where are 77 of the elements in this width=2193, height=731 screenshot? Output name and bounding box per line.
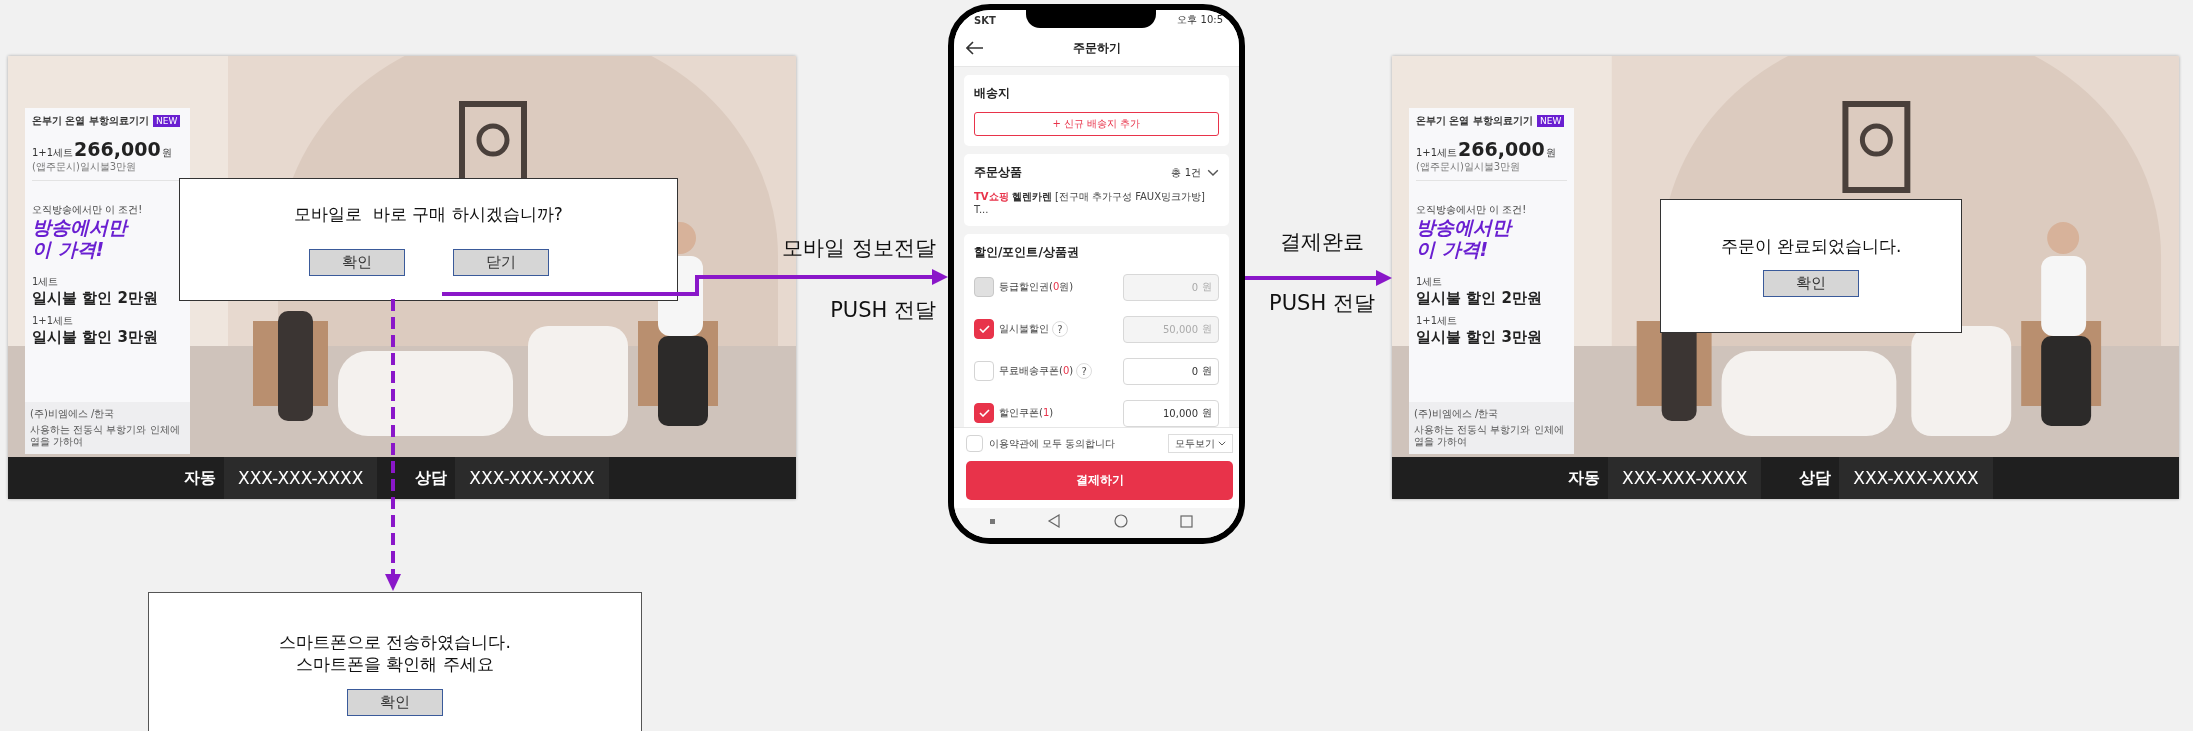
discount-label: 등급할인권(0원) [999, 280, 1074, 294]
amount-field[interactable]: 10,000 원 [1123, 399, 1219, 427]
back-icon[interactable] [1047, 514, 1062, 528]
price-prefix: 1+1세트 [1416, 146, 1458, 160]
new-badge: NEW [1536, 115, 1565, 127]
agree-checkbox[interactable] [966, 435, 983, 452]
bar-label: 상담 [415, 467, 448, 489]
flow-label: 결제완료 [1279, 229, 1365, 256]
dialog-message: 모바일로 바로 구매 하시겠습니까? [294, 202, 563, 226]
chevron-icon [1218, 441, 1226, 446]
amount-field[interactable]: 0 원 [1123, 357, 1219, 385]
phone-number: XXX-XXX-XXXX [455, 457, 609, 499]
price: 266,000 [74, 138, 161, 160]
offer-value: 일시불 할인 3만원 [32, 327, 159, 347]
dialog-message: 스마트폰으로 전송하였습니다. 스마트폰을 확인해 주세요 [279, 631, 511, 676]
flow-label: PUSH 전달 [1268, 290, 1376, 317]
promo-headline: 이 가격! [32, 238, 106, 261]
discount-label: 할인쿠폰(1) [999, 406, 1054, 420]
footer-text: 사용하는 전동식 부항기와 인체에 열을 가하여 [1414, 424, 1565, 448]
promo-headline: 방송에서만 [1416, 217, 1514, 239]
footer-text: (주)비엠에스 /한국 [1414, 408, 1500, 420]
phone-number: XXX-XXX-XXXX [1608, 457, 1762, 499]
phone-number: XXX-XXX-XXXX [1839, 457, 1993, 499]
dialog-button[interactable]: 닫기 [452, 249, 549, 277]
chevron-icon [1207, 168, 1219, 177]
dialog-message: 주문이 완료되었습니다. [1720, 235, 1902, 258]
price-unit: 원 [161, 146, 172, 160]
offer-value: 일시불 할인 3만원 [1416, 327, 1543, 347]
item-count: 총 1건 [1171, 165, 1201, 180]
footer-text: (주)비엠에스 /한국 [30, 408, 116, 420]
bar-label: 상담 [1799, 467, 1832, 489]
promo-headline: 방송에서만 [32, 217, 130, 239]
check-icon [978, 409, 990, 417]
back-arrow-icon[interactable] [966, 41, 984, 55]
offer-label: 1세트 [1416, 274, 1444, 289]
footer-text: 사용하는 전동식 부항기와 인체에 열을 가하여 [30, 424, 181, 448]
section-title: 할인/포인트/상품권 [974, 244, 1080, 261]
offer-label: 1+1세트 [1416, 313, 1459, 328]
home-icon[interactable] [1113, 514, 1128, 528]
product-title: 온부기 온열 부항의료기기 [32, 114, 149, 128]
phone-number: XXX-XXX-XXXX [224, 457, 378, 499]
checkbox[interactable] [974, 319, 994, 339]
flow-label: PUSH 전달 [829, 297, 936, 324]
agree-text: 이용약관에 모두 동의합니다 [989, 436, 1117, 451]
dialog-button[interactable]: 확인 [347, 689, 443, 717]
price-prefix: 1+1세트 [32, 146, 74, 160]
section-title: 주문상품 [974, 164, 1022, 181]
product-title: 온부기 온열 부항의료기기 [1416, 114, 1533, 128]
recent-apps-icon[interactable] [1179, 514, 1193, 528]
bar-label: 자동 [184, 467, 216, 489]
price-note: (앱주문시)일시불3만원 [1416, 160, 1567, 181]
product-line: TV쇼핑 헬렌카렌 [전구매 추가구성 FAUX밍크가방] T... [974, 191, 1206, 216]
new-badge: NEW [152, 115, 181, 127]
view-all-button[interactable]: 모두보기 [1168, 434, 1233, 453]
status-time: 오후 10:5 [1177, 13, 1223, 27]
check-icon [978, 325, 990, 333]
pay-button[interactable]: 결제하기 [966, 461, 1233, 500]
carrier: SKT [974, 14, 996, 26]
flow-label: 모바일 정보전달 [781, 235, 936, 262]
checkbox[interactable] [974, 403, 994, 423]
offer-label: 1세트 [32, 274, 60, 289]
promo-intro: 오직방송에서만 이 조건! [1416, 203, 1528, 217]
promo-intro: 오직방송에서만 이 조건! [32, 203, 144, 217]
price-unit: 원 [1545, 146, 1556, 160]
offer-value: 일시불 할인 2만원 [32, 288, 159, 308]
bar-label: 자동 [1568, 467, 1600, 489]
section-title: 배송지 [974, 85, 1011, 102]
dialog-button[interactable]: 확인 [1763, 269, 1859, 297]
promo-headline: 이 가격! [1416, 238, 1490, 261]
add-address-button[interactable]: + 신규 배송지 추가 [974, 112, 1219, 136]
offer-value: 일시불 할인 2만원 [1416, 288, 1543, 308]
screen-title: 주문하기 [1072, 39, 1121, 57]
offer-label: 1+1세트 [32, 313, 75, 328]
discount-label: 일시불할인 [999, 322, 1049, 336]
price: 266,000 [1458, 138, 1545, 160]
discount-label: 무료배송쿠폰(0) [999, 364, 1074, 378]
dialog-button[interactable]: 확인 [308, 249, 405, 277]
